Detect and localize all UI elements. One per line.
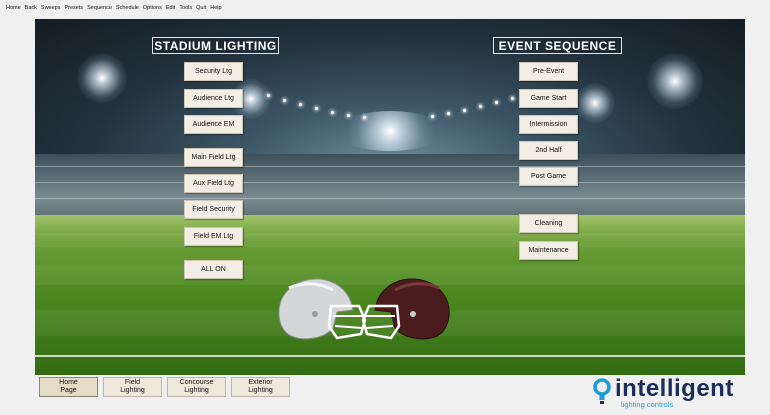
light-dot <box>347 114 350 117</box>
audience-em-button[interactable]: Audience EM <box>184 115 243 134</box>
light-dot <box>511 97 514 100</box>
stadium-lighting-title: STADIUM LIGHTING <box>152 37 279 54</box>
menu-bar: Home Back Sweeps Presets Sequence Schedu… <box>0 0 770 16</box>
light-dot <box>267 94 270 97</box>
cleaning-button[interactable]: Cleaning <box>519 214 578 233</box>
maroon-helmet <box>361 278 450 340</box>
light-dot <box>479 105 482 108</box>
event-sequence-title: EVENT SEQUENCE <box>493 37 622 54</box>
field-em-ltg-button[interactable]: Field EM Ltg <box>184 227 243 246</box>
menu-edit[interactable]: Edit <box>166 5 175 11</box>
tab-concourse-lighting[interactable]: Concourse Lighting <box>167 377 226 397</box>
field-security-button[interactable]: Field Security <box>184 200 243 219</box>
tab-home-page[interactable]: Home Page <box>39 377 98 397</box>
white-helmet <box>278 278 367 340</box>
menu-sequence[interactable]: Sequence <box>87 5 112 11</box>
light-dot <box>331 111 334 114</box>
bulb-icon <box>593 378 611 404</box>
stand-band <box>35 182 745 183</box>
football-helmets-image <box>278 278 450 340</box>
menu-sweeps[interactable]: Sweeps <box>41 5 61 11</box>
light-dot <box>463 109 466 112</box>
tab-exterior-lighting[interactable]: Exterior Lighting <box>231 377 290 397</box>
all-on-button[interactable]: ALL ON <box>184 260 243 279</box>
floodlight <box>647 53 703 109</box>
intermission-button[interactable]: Intermission <box>519 115 578 134</box>
pre-event-button[interactable]: Pre-Event <box>519 62 578 81</box>
floodlight <box>335 111 445 151</box>
aux-field-ltg-button[interactable]: Aux Field Ltg <box>184 174 243 193</box>
menu-back[interactable]: Back <box>25 5 37 11</box>
2nd-half-button[interactable]: 2nd Half <box>519 141 578 160</box>
intelligent-lighting-logo: intelligent lighting controls <box>592 375 752 411</box>
light-dot <box>315 107 318 110</box>
menu-options[interactable]: Options <box>143 5 162 11</box>
security-ltg-button[interactable]: Security Ltg <box>184 62 243 81</box>
tab-field-lighting[interactable]: Field Lighting <box>103 377 162 397</box>
post-game-button[interactable]: Post Game <box>519 167 578 186</box>
menu-tools[interactable]: Tools <box>179 5 192 11</box>
light-dot <box>431 115 434 118</box>
menu-presets[interactable]: Presets <box>64 5 83 11</box>
yard-line <box>35 355 745 357</box>
light-dot <box>283 99 286 102</box>
menu-schedule[interactable]: Schedule <box>116 5 139 11</box>
floodlight <box>77 53 127 103</box>
audience-ltg-button[interactable]: Audience Ltg <box>184 89 243 108</box>
logo-subtitle: lighting controls <box>621 400 674 409</box>
logo-wordmark: intelligent <box>615 375 734 402</box>
light-dot <box>299 103 302 106</box>
stand-band <box>35 166 745 167</box>
menu-quit[interactable]: Quit <box>196 5 206 11</box>
light-dot <box>495 101 498 104</box>
menu-home[interactable]: Home <box>6 5 21 11</box>
game-start-button[interactable]: Game Start <box>519 89 578 108</box>
maintenance-button[interactable]: Maintenance <box>519 241 578 260</box>
main-field-ltg-button[interactable]: Main Field Ltg <box>184 148 243 167</box>
field-stripe <box>35 233 745 247</box>
light-dot <box>447 112 450 115</box>
floodlight <box>575 83 615 123</box>
menu-help[interactable]: Help <box>210 5 221 11</box>
stand-band <box>35 198 745 199</box>
light-dot <box>363 116 366 119</box>
